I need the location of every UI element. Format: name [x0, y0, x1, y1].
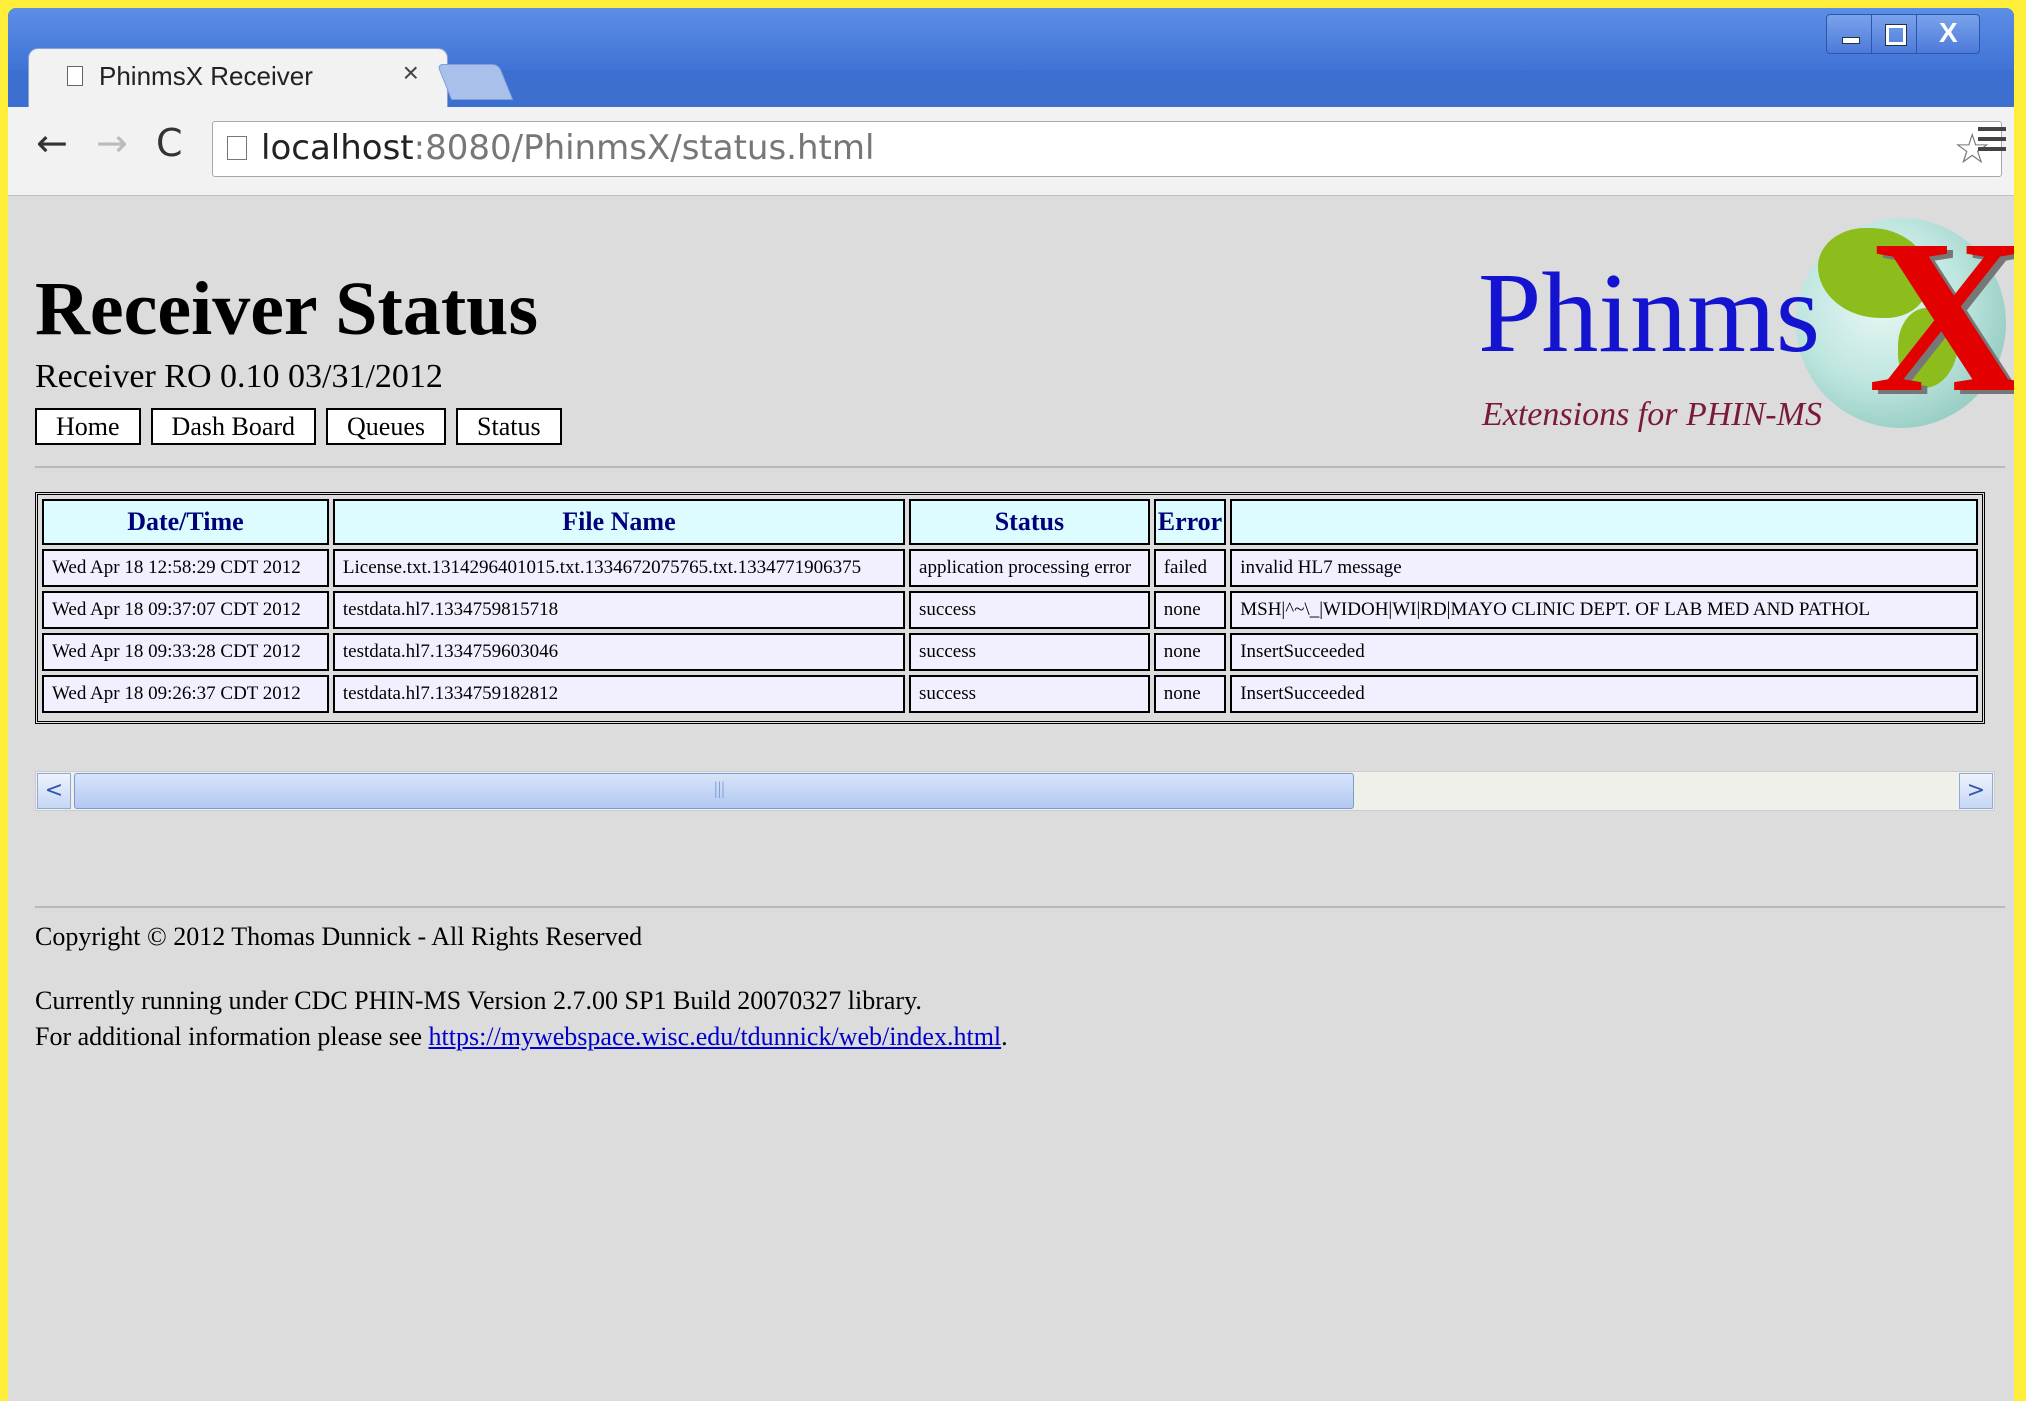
dashboard-button[interactable]: Dash Board	[150, 408, 317, 445]
divider	[35, 466, 2005, 468]
nav-buttons: Home Dash Board Queues Status	[35, 408, 562, 445]
close-window-button[interactable]: X	[1916, 14, 1980, 54]
cell-message: InsertSucceeded	[1230, 633, 1978, 671]
status-table: Date/Time File Name Status Error Wed Apr…	[38, 495, 1982, 717]
table-row: Wed Apr 18 09:33:28 CDT 2012 testdata.hl…	[42, 633, 1978, 671]
cell-message: MSH|^~\_|WIDOH|WI|RD|MAYO CLINIC DEPT. O…	[1230, 591, 1978, 629]
more-info-suffix: .	[1001, 1022, 1008, 1051]
cell-datetime: Wed Apr 18 09:26:37 CDT 2012	[42, 675, 329, 713]
scroll-right-icon[interactable]: >	[1959, 773, 1993, 809]
browser-window: X PhinmsX Receiver × ← → C localhost:808…	[8, 8, 2014, 1401]
minimize-button[interactable]	[1826, 14, 1872, 54]
table-row: Wed Apr 18 09:26:37 CDT 2012 testdata.hl…	[42, 675, 1978, 713]
back-icon[interactable]: ←	[36, 121, 68, 165]
more-info-prefix: For additional information please see	[35, 1022, 429, 1051]
cell-datetime: Wed Apr 18 12:58:29 CDT 2012	[42, 549, 329, 587]
address-bar[interactable]: localhost:8080/PhinmsX/status.html ☆	[212, 121, 2002, 177]
close-icon: X	[1939, 17, 1958, 48]
menu-icon[interactable]	[1978, 127, 2006, 157]
forward-icon[interactable]: →	[96, 121, 128, 165]
tab-close-icon[interactable]: ×	[403, 57, 419, 89]
logo-word: Phinms	[1478, 249, 1821, 376]
url-text[interactable]: localhost:8080/PhinmsX/status.html	[261, 128, 874, 168]
cell-error: none	[1153, 633, 1227, 671]
logo-x: X	[1868, 194, 2014, 438]
page-icon	[227, 136, 247, 160]
info-link[interactable]: https://mywebspace.wisc.edu/tdunnick/web…	[429, 1022, 1002, 1051]
col-error: Error	[1153, 499, 1227, 545]
horizontal-scrollbar[interactable]: < >	[35, 771, 1995, 811]
scroll-left-icon[interactable]: <	[37, 773, 71, 809]
cell-error: none	[1153, 675, 1227, 713]
col-message	[1230, 499, 1978, 545]
logo-tagline: Extensions for PHIN-MS	[1482, 396, 1822, 433]
table-row: Wed Apr 18 09:37:07 CDT 2012 testdata.hl…	[42, 591, 1978, 629]
cell-error: failed	[1153, 549, 1227, 587]
version-info-text: Currently running under CDC PHIN-MS Vers…	[35, 986, 922, 1015]
more-info-text: For additional information please see ht…	[35, 1022, 1008, 1052]
cell-filename: testdata.hl7.1334759182812	[332, 675, 906, 713]
cell-status: success	[909, 675, 1150, 713]
home-button[interactable]: Home	[35, 408, 141, 445]
url-path: :8080/PhinmsX/status.html	[413, 128, 875, 168]
queues-button[interactable]: Queues	[326, 408, 447, 445]
cell-error: none	[1153, 591, 1227, 629]
col-filename: File Name	[332, 499, 906, 545]
cell-datetime: Wed Apr 18 09:33:28 CDT 2012	[42, 633, 329, 671]
reload-icon[interactable]: C	[156, 121, 183, 165]
col-datetime: Date/Time	[42, 499, 329, 545]
tab-title: PhinmsX Receiver	[99, 61, 313, 91]
cell-filename: testdata.hl7.1334759815718	[332, 591, 906, 629]
cell-message: invalid HL7 message	[1230, 549, 1978, 587]
cell-datetime: Wed Apr 18 09:37:07 CDT 2012	[42, 591, 329, 629]
maximize-button[interactable]	[1871, 14, 1917, 54]
status-table-container: Date/Time File Name Status Error Wed Apr…	[35, 492, 1985, 724]
page-content: Receiver Status Receiver RO 0.10 03/31/2…	[8, 196, 2014, 1401]
table-row: Wed Apr 18 12:58:29 CDT 2012 License.txt…	[42, 549, 1978, 587]
scrollbar-thumb[interactable]	[74, 773, 1354, 809]
cell-status: success	[909, 633, 1150, 671]
copyright-text: Copyright © 2012 Thomas Dunnick - All Ri…	[35, 922, 643, 951]
url-host: localhost	[261, 128, 414, 168]
version-text: Receiver RO 0.10 03/31/2012	[35, 358, 443, 395]
phinmsx-logo: Phinms X Extensions for PHIN-MS	[1478, 206, 2014, 448]
col-status: Status	[909, 499, 1150, 545]
cell-status: application processing error	[909, 549, 1150, 587]
page-icon	[67, 66, 83, 86]
table-header-row: Date/Time File Name Status Error	[42, 499, 1978, 545]
cell-filename: testdata.hl7.1334759603046	[332, 633, 906, 671]
divider	[35, 906, 2005, 908]
tab-phinmsx-receiver[interactable]: PhinmsX Receiver ×	[28, 48, 448, 108]
cell-status: success	[909, 591, 1150, 629]
cell-filename: License.txt.1314296401015.txt.1334672075…	[332, 549, 906, 587]
browser-toolbar: ← → C localhost:8080/PhinmsX/status.html…	[8, 107, 2014, 196]
cell-message: InsertSucceeded	[1230, 675, 1978, 713]
status-button[interactable]: Status	[456, 408, 562, 445]
page-title: Receiver Status	[35, 267, 539, 351]
